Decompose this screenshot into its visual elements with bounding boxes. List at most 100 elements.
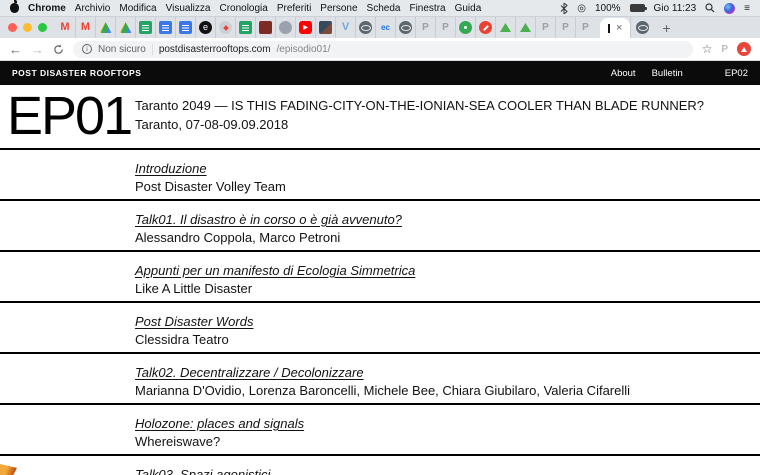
reload-button[interactable] [53, 44, 64, 55]
pinned-tab-gmail[interactable]: M [75, 17, 95, 38]
green-triangle-site-icon [520, 23, 531, 32]
site-nav: About Bulletin EP02 [611, 68, 748, 79]
program-title-link[interactable]: Talk01. Il disastro è in corso o è già a… [135, 212, 402, 228]
program-people: Alessandro Coppola, Marco Petroni [135, 229, 750, 246]
program-row: Talk03. Spazi agonistici [0, 454, 760, 475]
pinned-tab-default-favicon[interactable]: P [555, 17, 575, 38]
pinned-tab-gray-doc-site[interactable]: P [435, 17, 455, 38]
menu-chrome[interactable]: Chrome [28, 3, 66, 14]
window-controls [8, 17, 47, 38]
pinned-tab-globe-site[interactable] [355, 17, 375, 38]
menu-preferiti[interactable]: Preferiti [277, 3, 311, 14]
pinned-tab-default-favicon[interactable]: P [575, 17, 595, 38]
nav-about[interactable]: About [611, 68, 636, 79]
apple-logo-icon[interactable] [10, 3, 19, 13]
menubar-status: ◎ 100% Gio 11:23 ≡ [560, 3, 750, 14]
pinned-tab-green-dot-site[interactable] [455, 17, 475, 38]
bookmark-star-icon[interactable]: ☆ [702, 42, 713, 56]
forward-button[interactable]: → [31, 43, 44, 56]
program-title-link[interactable]: Appunti per un manifesto di Ecologia Sim… [135, 263, 415, 279]
google-drive-icon [100, 22, 112, 33]
menu-extra-icon[interactable]: ◎ [577, 3, 586, 14]
menu-finestra[interactable]: Finestra [409, 3, 445, 14]
gmail-icon: M [79, 21, 92, 34]
info-icon[interactable] [82, 44, 92, 54]
pinned-tab-google-sheets[interactable] [135, 17, 155, 38]
zoom-window-button[interactable] [38, 23, 47, 32]
program-title-link[interactable]: Holozone: places and signals [135, 416, 304, 432]
menubar-clock[interactable]: Gio 11:23 [654, 3, 697, 14]
menu-archivio[interactable]: Archivio [75, 3, 111, 14]
nav-ep02[interactable]: EP02 [725, 68, 748, 79]
pinned-tab-v-site[interactable]: V [335, 17, 355, 38]
pinned-tab-compass[interactable] [215, 17, 235, 38]
pinned-tab-green-triangle-site[interactable] [515, 17, 535, 38]
address-bar[interactable]: Non sicuro postdisasterrooftops.com/epis… [73, 41, 693, 58]
menu-persone[interactable]: Persone [320, 3, 357, 14]
pinned-tab-e-flux[interactable]: e [195, 17, 215, 38]
bluetooth-icon[interactable] [560, 3, 568, 14]
program-title-link[interactable]: Post Disaster Words [135, 314, 253, 330]
green-dot-site-icon [459, 21, 472, 34]
pinned-tab-youtube[interactable]: ▶ [295, 17, 315, 38]
back-button[interactable]: ← [9, 43, 22, 56]
program-row: Talk01. Il disastro è in corso o è già a… [0, 199, 760, 250]
site-favicon-icon [608, 24, 610, 33]
notification-center-icon[interactable]: ≡ [744, 3, 750, 14]
episode-number: EP01 [7, 89, 131, 143]
url-host[interactable]: postdisasterrooftops.com [159, 44, 271, 55]
program-row: Appunti per un manifesto di Ecologia Sim… [0, 250, 760, 301]
new-tab-button[interactable]: + [662, 20, 670, 38]
program-title-link[interactable]: Introduzione [135, 161, 207, 177]
program-title-link[interactable]: Talk03. Spazi agonistici [135, 467, 270, 475]
inactive-tab[interactable] [630, 17, 654, 38]
pinned-tab-google-docs[interactable] [155, 17, 175, 38]
menu-modifica[interactable]: Modifica [119, 3, 156, 14]
battery-icon[interactable] [630, 4, 645, 12]
nav-bulletin[interactable]: Bulletin [652, 68, 683, 79]
pinned-tab-google-drive[interactable] [95, 17, 115, 38]
pinned-tab-green-triangle-site[interactable] [495, 17, 515, 38]
minimize-window-button[interactable] [23, 23, 32, 32]
site-brand[interactable]: POST DISASTER ROOFTOPS [12, 68, 141, 78]
program-title-link[interactable]: Talk02. Decentralizzare / Decolonizzare [135, 365, 364, 381]
menu-visualizza[interactable]: Visualizza [166, 3, 211, 14]
url-path[interactable]: /episodio01/ [277, 44, 331, 55]
pinned-tab-gray-doc-site[interactable]: P [415, 17, 435, 38]
menu-guida[interactable]: Guida [455, 3, 482, 14]
pinned-tab-ec-site[interactable]: ec [375, 17, 395, 38]
macos-menubar: Chrome Archivio Modifica Visualizza Cronolog… [0, 0, 760, 17]
extension-icon[interactable]: P [721, 44, 728, 55]
pinned-tab-globe-site[interactable] [395, 17, 415, 38]
chrome-tabbar: MMe▶VecPPPPP × + [0, 17, 760, 38]
security-label[interactable]: Non sicuro [98, 44, 146, 55]
program-people: Clessidra Teatro [135, 331, 750, 348]
pinned-tab-red-dot-site[interactable] [475, 17, 495, 38]
google-docs-icon [179, 21, 192, 34]
pinned-tab-dark-red-site[interactable] [255, 17, 275, 38]
pinned-tab-image-site[interactable] [315, 17, 335, 38]
episode-title-block: Taranto 2049 — IS THIS FADING-CITY-ON-TH… [135, 96, 704, 134]
pinned-tab-gray-ball-site[interactable] [275, 17, 295, 38]
close-window-button[interactable] [8, 23, 17, 32]
spotlight-search-icon[interactable] [705, 3, 715, 13]
default-favicon-icon: P [579, 21, 592, 34]
menu-cronologia[interactable]: Cronologia [219, 3, 267, 14]
pinned-tab-google-drive[interactable] [115, 17, 135, 38]
siri-icon[interactable] [724, 3, 735, 14]
pinned-tab-gmail[interactable]: M [55, 17, 75, 38]
close-tab-icon[interactable]: × [616, 23, 622, 34]
active-tab[interactable]: × [600, 18, 630, 38]
program-people: Like A Little Disaster [135, 280, 750, 297]
profile-avatar-icon[interactable] [737, 42, 751, 56]
pinned-tab-google-sheets[interactable] [235, 17, 255, 38]
youtube-icon: ▶ [299, 21, 312, 34]
site-header: POST DISASTER ROOFTOPS About Bulletin EP02 [0, 61, 760, 85]
menu-scheda[interactable]: Scheda [367, 3, 401, 14]
pinned-tab-default-favicon[interactable]: P [535, 17, 555, 38]
screen: Chrome Archivio Modifica Visualizza Cronolog… [0, 0, 760, 475]
pinned-tab-google-docs[interactable] [175, 17, 195, 38]
pill-divider [152, 44, 153, 55]
program-people: Whereiswave? [135, 433, 750, 450]
gray-doc-site-icon: P [419, 21, 432, 34]
